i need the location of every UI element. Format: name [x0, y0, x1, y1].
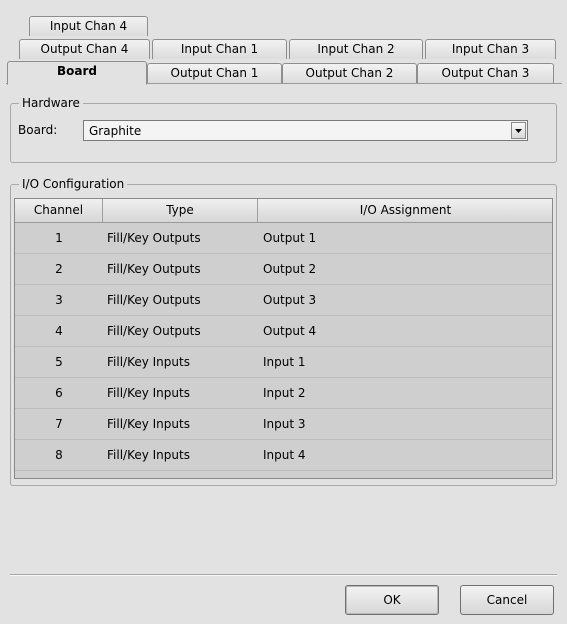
hardware-legend: Hardware [19, 95, 83, 111]
channel-cell: 1 [55, 231, 63, 245]
channel-cell: 4 [55, 324, 63, 338]
table-row[interactable]: 5 Fill/Key Inputs Input 1 [15, 347, 552, 378]
type-cell: Fill/Key Inputs [107, 386, 190, 400]
table-row[interactable]: 6 Fill/Key Inputs Input 2 [15, 378, 552, 409]
assignment-cell: Output 2 [263, 262, 317, 276]
assignment-cell: Input 1 [263, 355, 306, 369]
assignment-cell: Input 4 [263, 448, 306, 462]
type-cell: Fill/Key Inputs [107, 355, 190, 369]
table-row[interactable]: 7 Fill/Key Inputs Input 3 [15, 409, 552, 440]
table-row[interactable]: 4 Fill/Key Outputs Output 4 [15, 316, 552, 347]
tab-board[interactable]: Board [7, 61, 147, 85]
tab-input-chan-4[interactable]: Input Chan 4 [29, 16, 148, 36]
dropdown-button[interactable] [511, 122, 526, 139]
board-config-dialog: Input Chan 4 Output Chan 4 Input Chan 1 … [0, 0, 567, 624]
assignment-cell: Output 4 [263, 324, 317, 338]
type-cell: Fill/Key Outputs [107, 231, 201, 245]
chevron-down-icon [515, 129, 522, 133]
ok-button[interactable]: OK [345, 585, 439, 615]
tab-input-chan-3[interactable]: Input Chan 3 [425, 39, 556, 59]
channel-cell: 6 [55, 386, 63, 400]
column-header-channel[interactable]: Channel [15, 199, 103, 222]
board-label: Board: [18, 123, 58, 137]
io-config-legend: I/O Configuration [19, 176, 128, 192]
column-header-type[interactable]: Type [103, 199, 258, 222]
assignment-cell: Output 1 [263, 231, 317, 245]
table-row[interactable]: 8 Fill/Key Inputs Input 4 [15, 440, 552, 471]
button-separator [10, 574, 557, 576]
channel-cell: 5 [55, 355, 63, 369]
type-cell: Fill/Key Outputs [107, 262, 201, 276]
channel-cell: 7 [55, 417, 63, 431]
tab-input-chan-2[interactable]: Input Chan 2 [289, 39, 423, 59]
type-cell: Fill/Key Inputs [107, 417, 190, 431]
board-select-value: Graphite [89, 124, 142, 138]
assignment-cell: Output 3 [263, 293, 317, 307]
assignment-cell: Input 2 [263, 386, 306, 400]
table-header: Channel Type I/O Assignment [15, 199, 552, 223]
channel-cell: 2 [55, 262, 63, 276]
tab-input-chan-1[interactable]: Input Chan 1 [152, 39, 287, 59]
tab-output-chan-1[interactable]: Output Chan 1 [147, 63, 282, 83]
type-cell: Fill/Key Inputs [107, 448, 190, 462]
tab-output-chan-3[interactable]: Output Chan 3 [417, 63, 554, 83]
io-table[interactable]: Channel Type I/O Assignment 1 Fill/Key O… [14, 198, 553, 479]
table-row[interactable]: 1 Fill/Key Outputs Output 1 [15, 223, 552, 254]
column-header-io-assignment[interactable]: I/O Assignment [258, 199, 552, 222]
cancel-button[interactable]: Cancel [460, 585, 554, 615]
type-cell: Fill/Key Outputs [107, 324, 201, 338]
channel-cell: 8 [55, 448, 63, 462]
table-row[interactable]: 2 Fill/Key Outputs Output 2 [15, 254, 552, 285]
board-select[interactable]: Graphite [83, 120, 528, 141]
assignment-cell: Input 3 [263, 417, 306, 431]
channel-cell: 3 [55, 293, 63, 307]
tab-output-chan-2[interactable]: Output Chan 2 [282, 63, 417, 83]
table-row[interactable]: 3 Fill/Key Outputs Output 3 [15, 285, 552, 316]
type-cell: Fill/Key Outputs [107, 293, 201, 307]
tab-output-chan-4[interactable]: Output Chan 4 [19, 39, 150, 59]
